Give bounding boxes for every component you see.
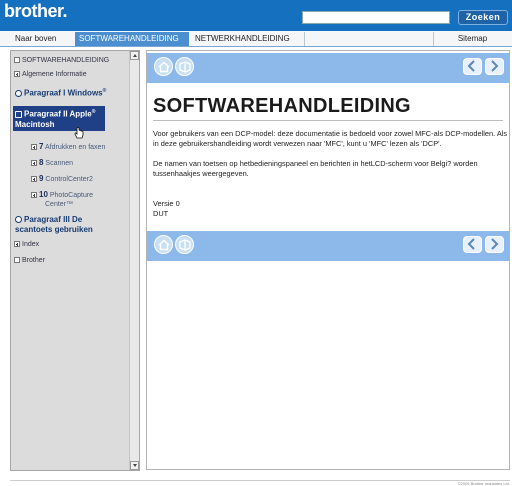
sidebar-item-label: Paragraaf III De — [24, 215, 83, 224]
home-icon[interactable] — [154, 235, 173, 254]
copyright-text: ©2009 Brother Industries Ltd. — [457, 481, 510, 486]
expand-plus-icon — [14, 241, 20, 247]
collapse-box-icon — [14, 57, 20, 63]
sidebar-item-label: ControlCenter2 — [45, 176, 93, 183]
previous-page-button[interactable] — [463, 58, 482, 75]
sidebar-item-label: Paragraaf I Windows — [24, 88, 103, 98]
version-text: Versie 0 — [153, 199, 180, 208]
sidebar-item-root[interactable]: SOFTWAREHANDLEIDING — [14, 56, 109, 65]
content-pane: SOFTWAREHANDLEIDING Voor gebruikers van … — [146, 50, 510, 470]
sidebar-scrollbar[interactable] — [129, 51, 139, 470]
tab-softwarehandleiding[interactable]: SOFTWAREHANDLEIDING — [75, 32, 189, 46]
sidebar-item-label: Center™ — [45, 201, 74, 208]
sidebar-item-label: Scannen — [45, 160, 74, 167]
chevron-left-icon — [467, 238, 475, 250]
hand-cursor-icon — [74, 127, 84, 139]
next-page-button[interactable] — [485, 236, 504, 253]
sidebar-item-ch7[interactable]: 7 Afdrukken en faxen — [31, 142, 105, 152]
page-title: SOFTWAREHANDLEIDING — [153, 95, 411, 117]
sidebar-item-ch8[interactable]: 8 Scannen — [31, 158, 73, 168]
sidebar-item-label: Algemene Informatie — [22, 71, 87, 78]
sidebar-item-part1[interactable]: Paragraaf I Windows® — [15, 86, 106, 99]
chevron-left-icon — [467, 60, 475, 72]
footer-divider — [10, 480, 510, 481]
book-icon[interactable] — [175, 235, 194, 254]
chevron-circle-icon — [15, 216, 22, 223]
chapter-number: 10 — [39, 190, 48, 199]
chevron-right-icon — [491, 60, 499, 72]
top-navigation-bar — [147, 53, 509, 83]
sidebar-item-label: Paragraaf II Apple — [24, 109, 92, 119]
sidebar-item-label: Afdrukken en faxen — [45, 144, 106, 151]
expand-plus-icon — [31, 144, 37, 150]
scroll-up-arrow-icon[interactable] — [130, 51, 139, 60]
scroll-down-arrow-icon[interactable] — [130, 461, 139, 470]
trademark-sup: ® — [91, 109, 96, 115]
chapter-number: 9 — [39, 174, 44, 183]
chapter-number: 7 — [39, 142, 44, 151]
search-button[interactable]: Zoeken — [458, 10, 508, 25]
expand-plus-icon — [31, 176, 37, 182]
sidebar-item-label: PhotoCapture — [49, 192, 94, 199]
page-box-icon — [14, 257, 20, 263]
trademark-sup: ® — [102, 88, 107, 94]
home-icon[interactable] — [154, 57, 173, 76]
chevron-right-icon — [491, 238, 499, 250]
sidebar-item-label: Index — [22, 241, 40, 248]
sidebar-item-part3[interactable]: Paragraaf III De scantoets gebruiken — [15, 215, 93, 235]
sidebar-item-label: SOFTWAREHANDLEIDING — [22, 57, 110, 64]
bottom-navigation-bar — [147, 231, 509, 261]
tab-naar-boven[interactable]: Naar boven — [11, 32, 73, 46]
tab-bar: Naar boven SOFTWAREHANDLEIDING NETWERKHA… — [0, 31, 512, 47]
sidebar-item-part2[interactable]: Paragraaf II Apple® Macintosh — [13, 106, 105, 131]
sidebar-item-index[interactable]: Index — [14, 240, 39, 249]
expand-plus-icon — [14, 71, 20, 77]
chevron-down-icon — [15, 110, 22, 118]
sidebar-item-ch9[interactable]: 9 ControlCenter2 — [31, 174, 93, 184]
chapter-number: 8 — [39, 158, 44, 167]
expand-plus-icon — [31, 160, 37, 166]
header-bar: brother. Zoeken — [0, 0, 512, 31]
sidebar-item-brother[interactable]: Brother — [14, 256, 45, 265]
notation-paragraph: De namen van toetsen op hetbedieningspan… — [153, 159, 478, 178]
chevron-circle-icon — [15, 89, 22, 97]
tab-sitemap[interactable]: Sitemap — [433, 32, 511, 46]
search-input[interactable] — [302, 11, 450, 24]
tab-netwerkhandleiding[interactable]: NETWERKHANDLEIDING — [191, 32, 305, 46]
sidebar-item-general[interactable]: Algemene Informatie — [14, 70, 87, 79]
sidebar-item-label: Brother — [22, 257, 45, 264]
expand-plus-icon — [31, 192, 37, 198]
title-divider — [153, 120, 503, 121]
sidebar-item-ch10[interactable]: 10 PhotoCapture Center™ — [31, 190, 93, 209]
brother-logo: brother. — [4, 1, 68, 21]
sidebar-item-label: scantoets gebruiken — [15, 225, 93, 234]
sidebar-navigation: SOFTWAREHANDLEIDING Algemene Informatie … — [10, 50, 140, 471]
previous-page-button[interactable] — [463, 236, 482, 253]
language-code: DUT — [153, 209, 169, 218]
book-icon[interactable] — [175, 57, 194, 76]
sidebar-item-label: Macintosh — [15, 119, 55, 129]
intro-paragraph: Voor gebruikers van een DCP-model: deze … — [153, 129, 508, 148]
next-page-button[interactable] — [485, 58, 504, 75]
